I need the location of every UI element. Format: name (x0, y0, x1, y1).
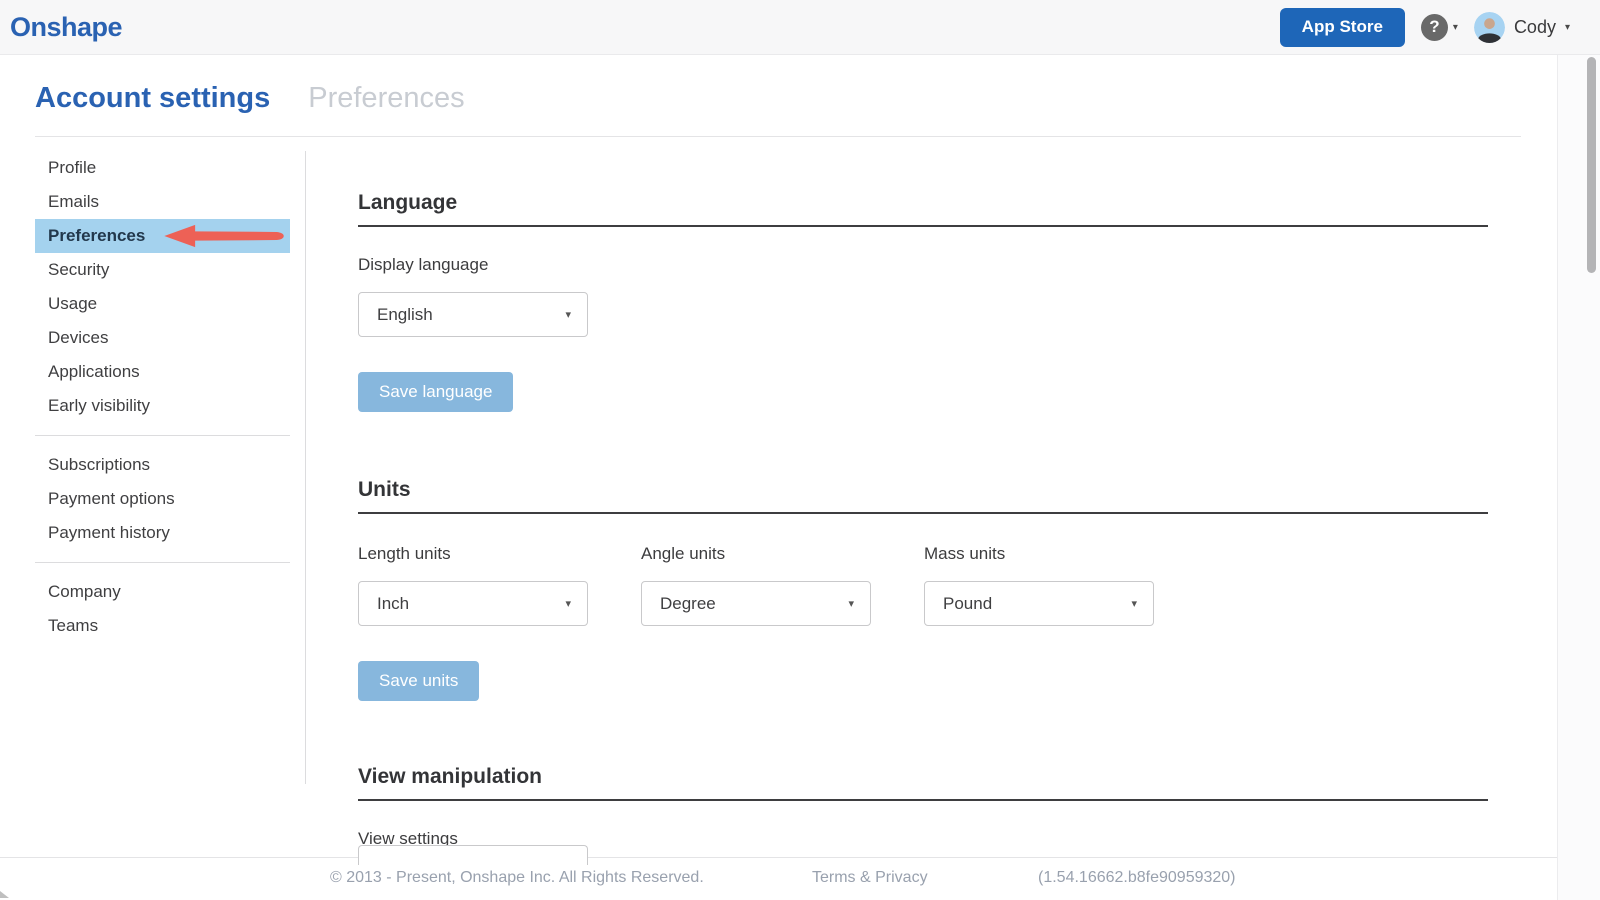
mass-units-select[interactable]: Pound ▾ (924, 581, 1154, 626)
units-section-title: Units (358, 478, 1488, 514)
help-menu[interactable]: ? ▾ (1421, 14, 1458, 41)
length-units-select[interactable]: Inch ▾ (358, 581, 588, 626)
app-store-button[interactable]: App Store (1280, 8, 1405, 47)
help-icon[interactable]: ? (1421, 14, 1448, 41)
select-value: English (377, 305, 433, 325)
mass-units-label: Mass units (924, 544, 1154, 564)
display-language-select[interactable]: English ▾ (358, 292, 588, 337)
caret-down-icon: ▾ (1131, 597, 1137, 610)
mass-units-field: Mass units Pound ▾ (924, 544, 1154, 626)
sidebar-item-security[interactable]: Security (35, 253, 290, 287)
sidebar-divider (35, 562, 290, 563)
user-menu[interactable]: Cody ▾ (1474, 12, 1570, 43)
select-value: Degree (660, 594, 716, 614)
caret-down-icon: ▾ (848, 597, 854, 610)
sidebar-item-preferences[interactable]: Preferences (35, 219, 290, 253)
title-divider (35, 136, 1521, 137)
sidebar-item-applications[interactable]: Applications (35, 355, 290, 389)
version-text: (1.54.16662.b8fe90959320) (1038, 869, 1236, 887)
mouse-cursor (0, 891, 9, 898)
sidebar-item-usage[interactable]: Usage (35, 287, 290, 321)
save-language-button[interactable]: Save language (358, 372, 513, 412)
sidebar-item-label: Preferences (48, 226, 145, 245)
language-section-title: Language (358, 191, 1488, 227)
top-bar: Onshape App Store ? ▾ Cody ▾ (0, 0, 1600, 55)
scrollbar-track (1557, 55, 1600, 900)
preferences-content: Language Display language English ▾ Save… (306, 151, 1600, 849)
page-subtitle: Preferences (308, 82, 464, 115)
select-value: Pound (943, 594, 992, 614)
settings-sidebar: Profile Emails Preferences Security Usag… (35, 151, 290, 849)
angle-units-field: Angle units Degree ▾ (641, 544, 871, 626)
page-title: Account settings (35, 82, 270, 115)
sidebar-item-early-visibility[interactable]: Early visibility (35, 389, 290, 423)
sidebar-item-devices[interactable]: Devices (35, 321, 290, 355)
onshape-logo[interactable]: Onshape (10, 12, 122, 43)
page-body: Profile Emails Preferences Security Usag… (0, 151, 1600, 849)
avatar[interactable] (1474, 12, 1505, 43)
red-arrow-icon (161, 223, 288, 249)
angle-units-label: Angle units (641, 544, 871, 564)
view-manipulation-section-title: View manipulation (358, 765, 1488, 801)
sidebar-item-payment-history[interactable]: Payment history (35, 516, 290, 550)
scrollbar-thumb[interactable] (1587, 57, 1596, 273)
page-title-row: Account settings Preferences (0, 55, 1600, 115)
avatar-image (1474, 12, 1505, 43)
caret-down-icon: ▾ (565, 597, 571, 610)
sidebar-item-teams[interactable]: Teams (35, 609, 290, 643)
caret-down-icon: ▾ (565, 308, 571, 321)
user-name-label: Cody (1514, 17, 1556, 38)
length-units-label: Length units (358, 544, 588, 564)
save-units-button[interactable]: Save units (358, 661, 479, 701)
sidebar-item-company[interactable]: Company (35, 575, 290, 609)
sidebar-item-emails[interactable]: Emails (35, 185, 290, 219)
topbar-right-group: App Store ? ▾ Cody ▾ (1280, 8, 1570, 47)
page-footer: © 2013 - Present, Onshape Inc. All Right… (0, 857, 1557, 900)
copyright-text: © 2013 - Present, Onshape Inc. All Right… (330, 869, 704, 887)
sidebar-item-payment-options[interactable]: Payment options (35, 482, 290, 516)
angle-units-select[interactable]: Degree ▾ (641, 581, 871, 626)
select-value: Inch (377, 594, 409, 614)
units-fields-row: Length units Inch ▾ Angle units Degree ▾… (358, 544, 1600, 626)
view-settings-select[interactable] (358, 845, 588, 865)
chevron-down-icon: ▾ (1453, 22, 1458, 33)
chevron-down-icon: ▾ (1565, 22, 1570, 33)
terms-privacy-link[interactable]: Terms & Privacy (812, 869, 928, 887)
sidebar-item-subscriptions[interactable]: Subscriptions (35, 448, 290, 482)
sidebar-item-profile[interactable]: Profile (35, 151, 290, 185)
length-units-field: Length units Inch ▾ (358, 544, 588, 626)
sidebar-divider (35, 435, 290, 436)
display-language-label: Display language (358, 255, 1600, 275)
